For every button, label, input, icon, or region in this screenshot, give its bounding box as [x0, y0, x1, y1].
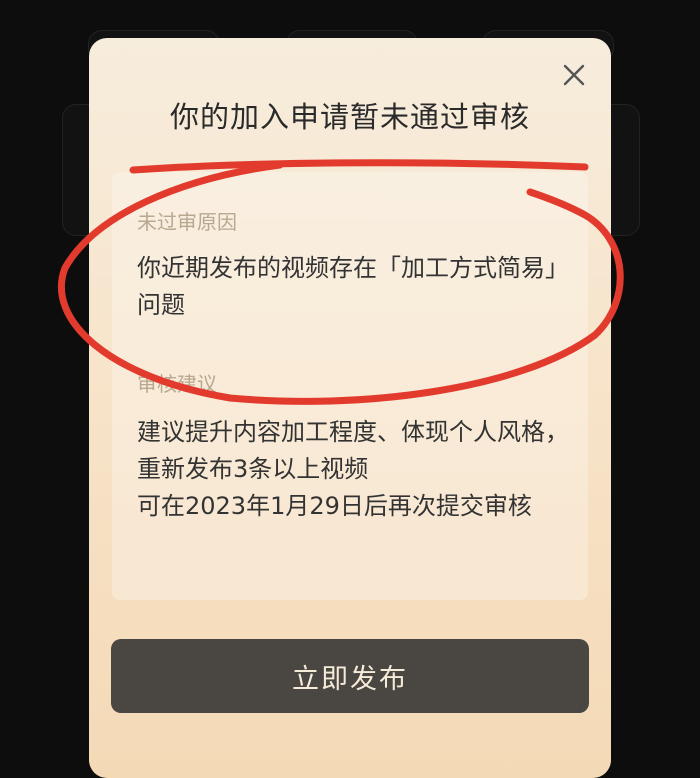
review-details-box: 未过审原因 你近期发布的视频存在「加工方式简易」问题 审核建议 建议提升内容加工… [112, 172, 588, 600]
reason-label: 未过审原因 [137, 210, 237, 234]
reason-text: 你近期发布的视频存在「加工方式简易」问题 [137, 254, 569, 319]
suggestion-label: 审核建议 [137, 372, 217, 396]
close-button[interactable] [559, 60, 589, 90]
suggestion-text-line: 建议提升内容加工程度、体现个人风格，重新发布3条以上视频 [137, 418, 569, 483]
suggestion-text: 建议提升内容加工程度、体现个人风格，重新发布3条以上视频 可在2023年1月29… [137, 414, 577, 525]
publish-now-button[interactable]: 立即发布 [111, 639, 589, 713]
review-rejected-dialog: 你的加入申请暂未通过审核 未过审原因 你近期发布的视频存在「加工方式简易」问题 … [89, 38, 611, 778]
dialog-title: 你的加入申请暂未通过审核 [169, 100, 530, 134]
close-icon [563, 64, 585, 86]
suggestion-text-line: 可在2023年1月29日后再次提交审核 [137, 492, 532, 520]
